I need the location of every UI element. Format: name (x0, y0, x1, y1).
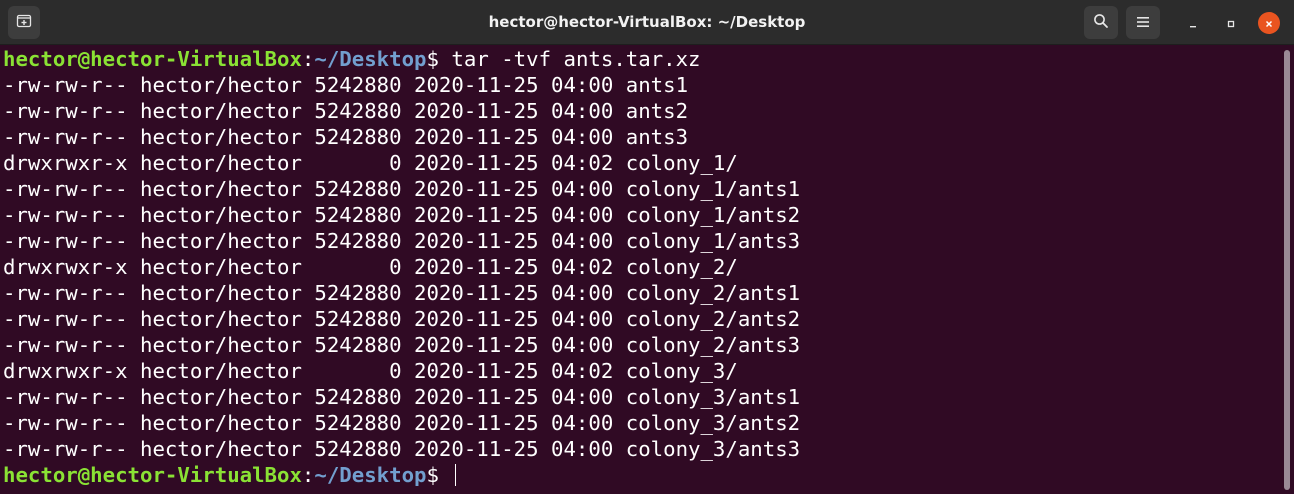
maximize-button[interactable] (1220, 12, 1242, 34)
search-button[interactable] (1084, 6, 1118, 39)
prompt-path: ~/Desktop (314, 463, 427, 487)
output-line: drwxrwxr-x hector/hector 0 2020-11-25 04… (3, 359, 738, 383)
prompt-path: ~/Desktop (314, 47, 427, 71)
maximize-icon (1226, 14, 1236, 33)
output-line: -rw-rw-r-- hector/hector 5242880 2020-11… (3, 281, 801, 305)
minimize-button[interactable] (1182, 12, 1204, 34)
terminal-window: hector@hector-VirtualBox: ~/Desktop hect… (0, 0, 1294, 494)
prompt-user: hector@hector-VirtualBox (3, 47, 302, 71)
scrollbar[interactable] (1284, 50, 1290, 490)
command-text: $ tar -tvf ants.tar.xz (426, 47, 701, 71)
output-line: -rw-rw-r-- hector/hector 5242880 2020-11… (3, 177, 801, 201)
output-line: -rw-rw-r-- hector/hector 5242880 2020-11… (3, 333, 801, 357)
command-line: hector@hector-VirtualBox:~/Desktop$ tar … (3, 46, 1282, 72)
output-line: -rw-rw-r-- hector/hector 5242880 2020-11… (3, 411, 801, 435)
close-button[interactable] (1258, 12, 1280, 34)
menu-button[interactable] (1126, 6, 1160, 39)
output-line: drwxrwxr-x hector/hector 0 2020-11-25 04… (3, 151, 738, 175)
prompt-user: hector@hector-VirtualBox (3, 463, 302, 487)
output-line: -rw-rw-r-- hector/hector 5242880 2020-11… (3, 73, 689, 97)
output-line: -rw-rw-r-- hector/hector 5242880 2020-11… (3, 99, 689, 123)
hamburger-menu-icon (1136, 13, 1150, 32)
prompt-line: hector@hector-VirtualBox:~/Desktop$ (3, 462, 1282, 488)
output-line: -rw-rw-r-- hector/hector 5242880 2020-11… (3, 385, 801, 409)
output-line: -rw-rw-r-- hector/hector 5242880 2020-11… (3, 229, 801, 253)
output-line: -rw-rw-r-- hector/hector 5242880 2020-11… (3, 203, 801, 227)
output-line: -rw-rw-r-- hector/hector 5242880 2020-11… (3, 307, 801, 331)
header-bar: hector@hector-VirtualBox: ~/Desktop (0, 0, 1294, 45)
prompt-symbol: $ (426, 463, 452, 487)
prompt-separator: : (301, 463, 315, 487)
close-icon (1264, 14, 1274, 33)
terminal-output[interactable]: hector@hector-VirtualBox:~/Desktop$ tar … (0, 46, 1282, 494)
prompt-separator: : (301, 47, 315, 71)
search-icon (1093, 13, 1109, 33)
output-line: drwxrwxr-x hector/hector 0 2020-11-25 04… (3, 255, 738, 279)
output-line: -rw-rw-r-- hector/hector 5242880 2020-11… (3, 125, 689, 149)
minimize-icon (1188, 14, 1198, 33)
output-line: -rw-rw-r-- hector/hector 5242880 2020-11… (3, 437, 801, 461)
text-cursor (455, 464, 457, 486)
